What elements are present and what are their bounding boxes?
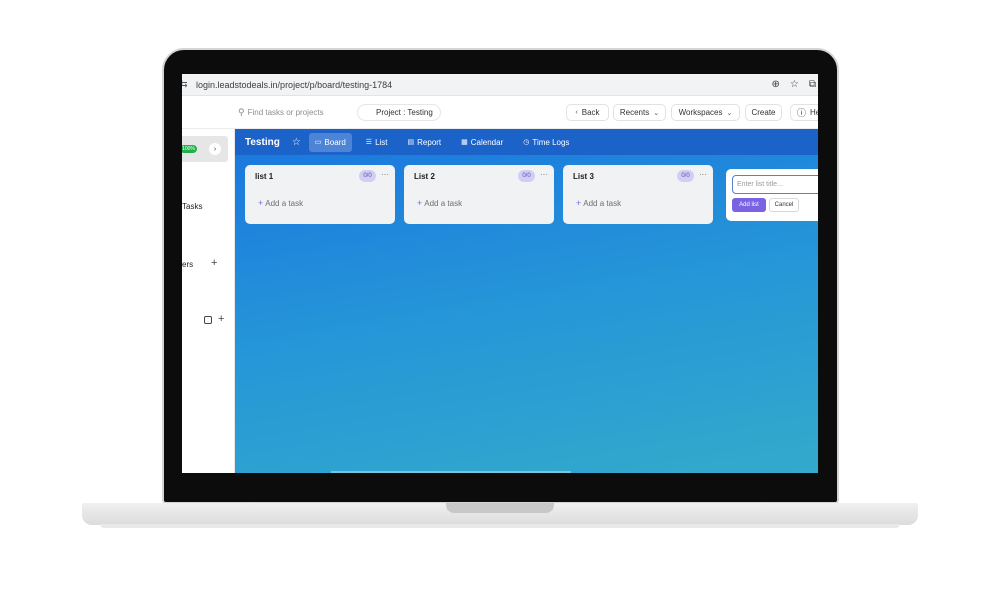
board-title: Testing [245,136,280,148]
add-task-label: Add a task [265,199,304,208]
tab-calendar[interactable]: ▦ Calendar [455,133,509,152]
list-title[interactable]: List 3 [573,172,594,181]
more-options-icon[interactable]: ··· [381,170,389,179]
list-icon: ☰ [365,139,373,146]
calendar-icon: ▦ [461,139,468,146]
help-icon: ⓘ [797,108,807,118]
create-button[interactable]: Create [745,104,782,121]
add-task-label: Add a task [424,199,463,208]
tab-time-logs-label: Time Logs [532,137,570,147]
sidebar: 100% › Tasks ers + + [182,129,235,473]
recents-label: Recents [619,108,650,117]
site-info-icon[interactable]: ⇆ [182,79,192,90]
tab-report[interactable]: ▤ Report [402,133,448,152]
list-column[interactable]: list 1 0/0 ··· + Add a task [245,165,395,224]
list-column[interactable]: List 2 0/0 ··· + Add a task [404,165,554,224]
add-item-icon[interactable]: + [218,313,224,325]
tab-report-label: Report [417,137,442,147]
tab-list-label: List [375,137,388,147]
tab-calendar-label: Calendar [470,137,504,147]
tab-board-label: Board [324,137,346,147]
chevron-down-icon: ⌄ [653,109,660,117]
list-count-badge: 0/0 [359,170,376,182]
sidebar-progress-card[interactable]: 100% › [182,136,228,162]
project-label: Project : Testing [376,108,433,117]
sidebar-item-tasks[interactable]: Tasks [182,202,202,211]
board-icon: ▭ [314,139,322,146]
help-button[interactable]: ⓘ He [790,104,818,121]
more-options-icon[interactable]: ··· [699,170,707,179]
chevron-left-icon: ‹ [575,109,578,116]
laptop-shadow [100,524,900,528]
extensions-icon[interactable]: ⧉ [809,79,816,90]
laptop-notch [446,503,554,513]
back-button[interactable]: ‹ Back [566,104,609,121]
new-item-icon[interactable] [204,316,212,324]
tab-time-logs[interactable]: ◷ Time Logs [517,133,575,152]
create-label: Create [751,108,776,117]
progress-badge: 100% [182,145,197,153]
list-title-input[interactable]: Enter list title... [732,175,818,194]
search-icon: ⚲ [238,107,245,117]
more-options-icon[interactable]: ··· [540,170,548,179]
add-list-button[interactable]: Add list [732,198,766,212]
add-member-icon[interactable]: + [211,257,217,269]
star-icon[interactable]: ☆ [292,137,301,148]
clock-icon: ◷ [523,139,530,146]
cancel-button[interactable]: Cancel [769,198,799,212]
new-list-form: Enter list title... Add list Cancel [726,169,818,221]
zoom-icon[interactable]: ⊕ [772,79,780,90]
project-selector[interactable]: Project : Testing [357,104,441,121]
list-column[interactable]: List 3 0/0 ··· + Add a task [563,165,713,224]
list-count-badge: 0/0 [518,170,535,182]
plus-icon: + [417,198,423,208]
bookmark-star-icon[interactable]: ☆ [790,79,799,90]
board-header: Testing ☆ ▭ Board ☰ List ▤ Report ▦ Cale… [235,129,818,155]
tab-list[interactable]: ☰ List [360,133,394,152]
add-task-button[interactable]: + Add a task [576,198,621,208]
workspaces-label: Workspaces [678,108,723,117]
list-title-placeholder: Enter list title... [737,181,783,188]
workspaces-dropdown[interactable]: Workspaces ⌄ [671,104,740,121]
recents-dropdown[interactable]: Recents ⌄ [613,104,666,121]
tab-board[interactable]: ▭ Board [308,132,352,152]
browser-url-bar[interactable]: ⇆ login.leadstodeals.in/project/p/board/… [182,74,818,96]
search-placeholder: Find tasks or projects [247,108,324,117]
sidebar-item-members[interactable]: ers [182,260,193,269]
add-task-button[interactable]: + Add a task [258,198,303,208]
board-area: Testing ☆ ▭ Board ☰ List ▤ Report ▦ Cale… [235,129,818,473]
search-input[interactable]: ⚲ Find tasks or projects [238,104,348,121]
chevron-down-icon: ⌄ [726,109,733,117]
plus-icon: + [258,198,264,208]
help-label: He [810,108,818,117]
list-count-badge: 0/0 [677,170,694,182]
plus-icon: + [576,198,582,208]
list-title[interactable]: list 1 [255,172,273,181]
report-icon: ▤ [407,139,415,146]
app-topbar: ⚲ Find tasks or projects Project : Testi… [182,96,818,129]
horizontal-scrollbar[interactable] [331,471,571,473]
add-task-button[interactable]: + Add a task [417,198,462,208]
screen: ⇆ login.leadstodeals.in/project/p/board/… [182,74,818,473]
back-label: Back [581,108,600,117]
url-text[interactable]: login.leadstodeals.in/project/p/board/te… [196,80,772,90]
list-title[interactable]: List 2 [414,172,435,181]
add-task-label: Add a task [583,199,622,208]
chevron-right-icon[interactable]: › [209,143,221,155]
